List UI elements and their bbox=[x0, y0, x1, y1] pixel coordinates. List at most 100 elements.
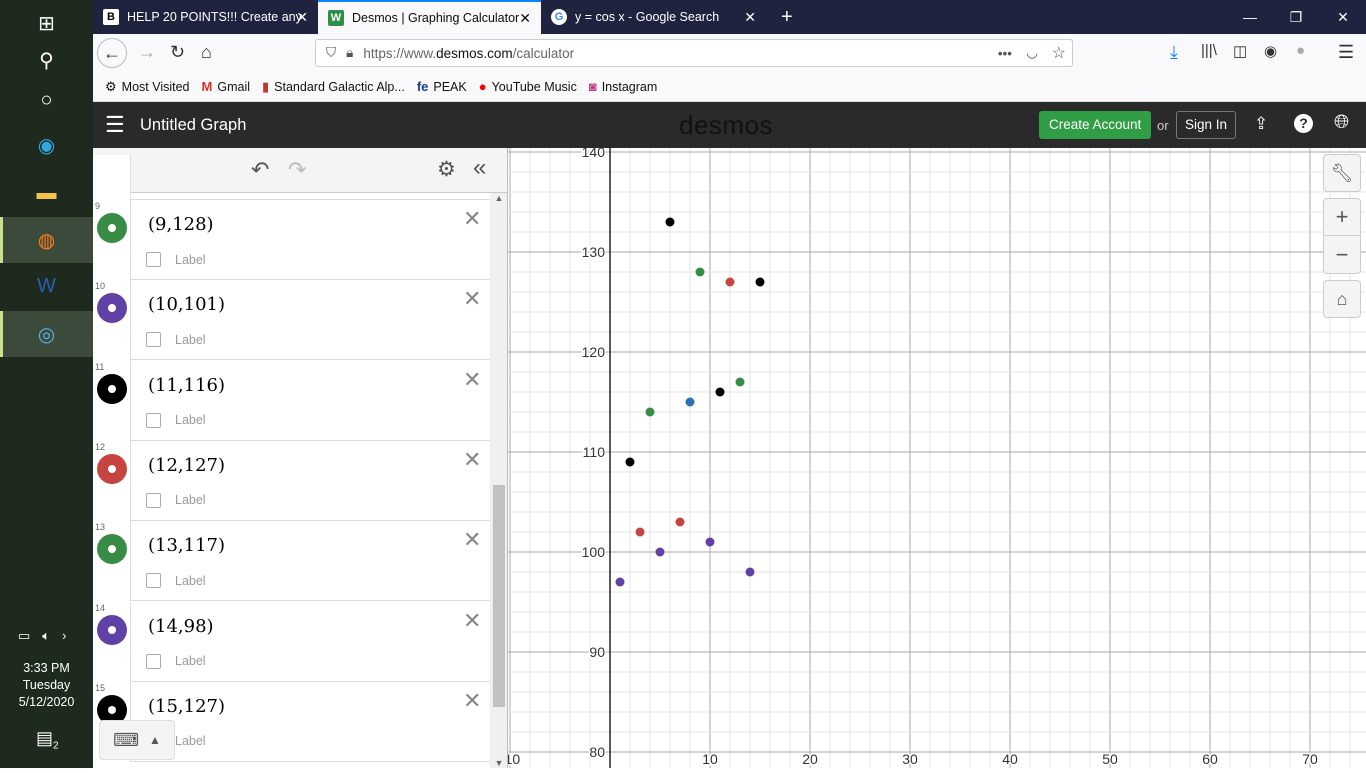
label-toggle[interactable]: Label bbox=[146, 332, 206, 348]
clock[interactable]: 3:33 PM Tuesday 5/12/2020 bbox=[0, 660, 93, 711]
label-checkbox[interactable] bbox=[146, 252, 161, 267]
delete-expression-icon[interactable]: ✕ bbox=[463, 608, 481, 634]
back-button[interactable]: ← bbox=[97, 38, 127, 68]
delete-expression-icon[interactable]: ✕ bbox=[463, 286, 481, 312]
bookmark-star-icon[interactable]: ☆ bbox=[1052, 43, 1066, 63]
sidebar-icon[interactable]: ◫ bbox=[1233, 42, 1247, 60]
minimize-button[interactable]: — bbox=[1227, 0, 1273, 34]
default-viewport-home-icon[interactable]: ⌂ bbox=[1323, 280, 1361, 318]
close-tab-icon[interactable]: ✕ bbox=[296, 9, 308, 26]
close-window-button[interactable]: ✕ bbox=[1320, 0, 1366, 34]
tab-desmos[interactable]: W Desmos | Graphing Calculator ✕ bbox=[318, 0, 541, 34]
delete-expression-icon[interactable]: ✕ bbox=[463, 688, 481, 714]
graph-settings-wrench-icon[interactable]: 🔧︎ bbox=[1323, 154, 1361, 192]
point-style-icon[interactable] bbox=[97, 534, 127, 565]
scrollbar-thumb[interactable] bbox=[493, 485, 505, 707]
expression-input[interactable]: (15,127) bbox=[148, 696, 225, 717]
expression-input[interactable]: (14,98) bbox=[148, 616, 214, 637]
close-tab-icon[interactable]: ✕ bbox=[519, 10, 531, 27]
chevron-right-icon[interactable]: › bbox=[62, 628, 66, 644]
close-tab-icon[interactable]: ✕ bbox=[744, 9, 756, 26]
home-button[interactable]: ⌂ bbox=[201, 42, 212, 63]
graph-title[interactable]: Untitled Graph bbox=[140, 116, 246, 135]
file-explorer-icon[interactable]: ▬ bbox=[0, 170, 93, 216]
expression-input[interactable]: (13,117) bbox=[148, 535, 225, 556]
hamburger-menu-icon[interactable]: ☰ bbox=[105, 112, 125, 138]
bookmark-peak[interactable]: fe PEAK bbox=[417, 79, 467, 94]
delete-expression-icon[interactable]: ✕ bbox=[463, 527, 481, 553]
expression-item[interactable]: 12 (12,127) ✕ Label bbox=[93, 440, 490, 521]
url-bar[interactable]: ⛉ 🔒︎ https://www. desmos.com/calculator •… bbox=[315, 39, 1073, 67]
forward-button[interactable]: → bbox=[138, 42, 156, 63]
battery-icon[interactable]: ▭ bbox=[18, 628, 30, 644]
label-toggle[interactable]: Label bbox=[146, 653, 206, 669]
expression-item[interactable]: 10 (10,101) ✕ Label bbox=[93, 280, 490, 361]
restore-button[interactable]: ❐ bbox=[1273, 0, 1319, 34]
expression-input[interactable]: (10,101) bbox=[148, 294, 225, 315]
menu-icon[interactable]: ☰ bbox=[1338, 42, 1354, 63]
keypad-toggle-button[interactable]: ⌨ ▲ bbox=[99, 720, 175, 760]
point-style-icon[interactable] bbox=[97, 373, 127, 404]
account-icon[interactable]: ◉ bbox=[1264, 42, 1277, 60]
expression-input[interactable]: (12,127) bbox=[148, 455, 225, 476]
expression-item[interactable]: 14 (14,98) ✕ Label bbox=[93, 601, 490, 682]
point-style-icon[interactable] bbox=[97, 614, 127, 645]
label-checkbox[interactable] bbox=[146, 332, 161, 348]
expression-number: 10 bbox=[95, 281, 106, 292]
cortana-icon[interactable]: ○ bbox=[0, 77, 93, 123]
label-toggle[interactable]: Label bbox=[146, 412, 206, 428]
point-style-icon[interactable] bbox=[97, 293, 127, 324]
expression-input[interactable]: (11,116) bbox=[148, 375, 225, 396]
label-checkbox[interactable] bbox=[146, 492, 161, 508]
tab-google[interactable]: Gy = cos x - Google Search ✕ bbox=[541, 0, 766, 34]
expression-item[interactable] bbox=[93, 155, 490, 200]
lock-icon[interactable]: 🔒︎ bbox=[346, 45, 353, 61]
tab-brainly[interactable]: B HELP 20 POINTS!!! Create any g ✕ bbox=[93, 0, 318, 34]
pocket-icon[interactable]: ◡ bbox=[1026, 45, 1038, 61]
graph-paper[interactable]: -10 10 20 30 40 50 60 70 80 90 100 110 120 130 140 bbox=[489, 131, 1366, 773]
point-style-icon[interactable] bbox=[97, 453, 127, 484]
firefox-icon[interactable]: ◍ bbox=[0, 217, 93, 263]
label-toggle[interactable]: Label bbox=[146, 573, 206, 589]
bookmark-most-visited[interactable]: ⚙ Most Visited bbox=[105, 79, 190, 95]
new-tab-button[interactable]: + bbox=[771, 0, 803, 34]
label-checkbox[interactable] bbox=[146, 573, 161, 589]
label-checkbox[interactable] bbox=[146, 412, 161, 428]
edge-icon[interactable]: ◉ bbox=[0, 122, 93, 168]
scrollbar[interactable]: ▲ ▼ bbox=[490, 193, 507, 768]
downloads-icon[interactable]: ⤓ bbox=[1170, 42, 1178, 63]
share-icon[interactable]: ⇪ bbox=[1254, 114, 1268, 134]
expression-input[interactable]: (9,128) bbox=[148, 214, 214, 235]
delete-expression-icon[interactable]: ✕ bbox=[463, 367, 481, 393]
expression-item[interactable]: 9 (9,128) ✕ Label bbox=[93, 200, 490, 280]
expression-item[interactable]: 13 (13,117) ✕ Label bbox=[93, 521, 490, 602]
notification-icon[interactable]: ▤2 bbox=[36, 728, 59, 752]
label-checkbox[interactable] bbox=[146, 653, 161, 669]
browser-globe-icon[interactable]: ◎ bbox=[0, 311, 93, 357]
notification-count: 2 bbox=[53, 740, 59, 752]
bookmark-standard-galactic[interactable]: ▮ Standard Galactic Alp... bbox=[262, 79, 405, 95]
extension-icon[interactable]: ● bbox=[1296, 42, 1305, 59]
zoom-out-button[interactable]: − bbox=[1323, 236, 1361, 274]
word-icon[interactable]: W bbox=[0, 263, 93, 309]
label-toggle[interactable]: Label bbox=[146, 252, 206, 267]
reload-button[interactable]: ↻ bbox=[170, 42, 185, 63]
delete-expression-icon[interactable]: ✕ bbox=[463, 447, 481, 473]
language-globe-icon[interactable]: 🌐︎ bbox=[1334, 112, 1349, 134]
volume-icon[interactable]: 🔈︎ bbox=[42, 628, 50, 644]
sign-in-button[interactable]: Sign In bbox=[1176, 111, 1237, 139]
bookmark-instagram[interactable]: ◙ Instagram bbox=[589, 79, 657, 94]
bookmark-youtube-music[interactable]: ● YouTube Music bbox=[479, 79, 577, 94]
expression-item[interactable]: 11 (11,116) ✕ Label bbox=[93, 360, 490, 441]
more-actions-icon[interactable]: ••• bbox=[998, 46, 1012, 61]
help-icon[interactable]: ? bbox=[1294, 114, 1313, 133]
point-style-icon[interactable] bbox=[97, 213, 127, 243]
bookmark-gmail[interactable]: M Gmail bbox=[202, 79, 251, 94]
shield-icon[interactable]: ⛉ bbox=[326, 45, 336, 61]
zoom-in-button[interactable]: + bbox=[1323, 198, 1361, 236]
delete-expression-icon[interactable]: ✕ bbox=[463, 206, 481, 232]
label-toggle[interactable]: Label bbox=[146, 492, 206, 508]
library-icon[interactable]: |||\ bbox=[1201, 42, 1217, 59]
create-account-button[interactable]: Create Account bbox=[1039, 111, 1152, 139]
caret-up-icon: ▲ bbox=[149, 733, 161, 747]
